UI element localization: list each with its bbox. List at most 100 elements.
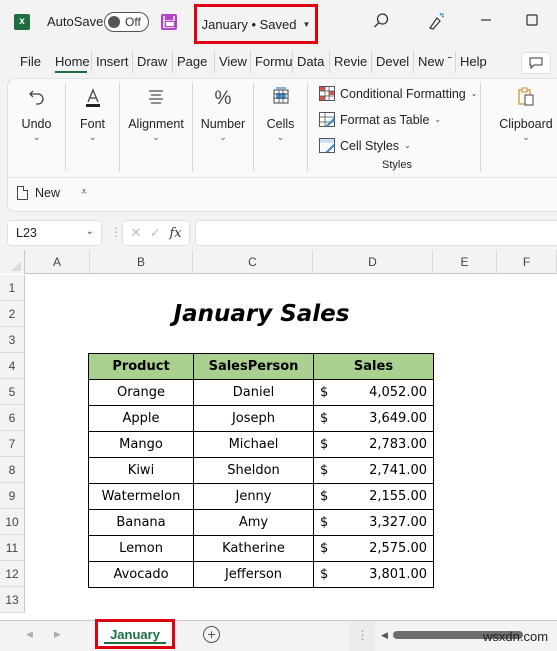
sheet-tab-january[interactable]: January <box>95 619 175 649</box>
row-header-8[interactable]: 8 <box>0 457 25 483</box>
comments-button[interactable] <box>521 52 551 74</box>
cell-salesperson[interactable]: Jefferson <box>193 561 314 588</box>
insert-function-icon[interactable]: fx <box>169 226 181 241</box>
cell-styles-button[interactable]: Cell Styles ⌄ <box>319 138 411 153</box>
tab-draw[interactable]: Draw <box>133 51 173 73</box>
name-box-value: L23 <box>16 226 37 240</box>
new-button[interactable]: New <box>17 186 60 200</box>
row-header-2[interactable]: 2 <box>0 301 25 327</box>
header-salesperson[interactable]: SalesPerson <box>193 353 314 380</box>
add-sheet-icon[interactable]: + <box>203 626 220 643</box>
cell-product[interactable]: Watermelon <box>88 483 194 510</box>
row-header-1[interactable]: 1 <box>0 275 25 301</box>
chevron-down-icon: ⌄ <box>434 115 442 124</box>
percent-icon: % <box>214 88 232 109</box>
document-title-button[interactable]: January • Saved ▼ <box>194 4 318 44</box>
conditional-formatting-button[interactable]: Conditional Formatting ⌄ <box>319 86 477 101</box>
chevron-down-icon[interactable]: ⌄ <box>86 226 94 237</box>
row-header-3[interactable]: 3 <box>0 327 25 353</box>
cancel-icon[interactable]: ✕ <box>130 225 141 241</box>
cell-salesperson[interactable]: Katherine <box>193 535 314 562</box>
row-header-4[interactable]: 4 <box>0 353 25 379</box>
alignment-button[interactable]: Alignment ⌄ <box>120 83 193 171</box>
tab-developer[interactable]: Devel <box>372 51 414 73</box>
row-header-6[interactable]: 6 <box>0 405 25 431</box>
scroll-tabs-right-icon[interactable]: ▶ <box>54 629 61 640</box>
row-header-10[interactable]: 10 <box>0 509 25 535</box>
cell-product[interactable]: Mango <box>88 431 194 458</box>
minimize-icon[interactable] <box>476 12 496 33</box>
maximize-icon[interactable] <box>522 12 542 33</box>
worksheet-grid[interactable]: A B C D E F 1 2 3 4 5 6 7 8 9 10 11 12 13 January Sa… <box>0 250 557 620</box>
tab-data[interactable]: Data <box>293 51 330 73</box>
cell-product[interactable]: Kiwi <box>88 457 194 484</box>
cell-product[interactable]: Lemon <box>88 535 194 562</box>
column-header-d[interactable]: D <box>313 250 433 274</box>
cell-sales[interactable]: $2,783.00 <box>313 431 434 458</box>
row-header-11[interactable]: 11 <box>0 535 25 561</box>
formula-bar-grip[interactable]: ⋮ <box>110 225 122 239</box>
cell-salesperson[interactable]: Amy <box>193 509 314 536</box>
tab-split-handle[interactable]: ⋮ <box>350 621 375 651</box>
header-sales[interactable]: Sales <box>313 353 434 380</box>
cell-sales[interactable]: $3,649.00 <box>313 405 434 432</box>
number-button[interactable]: % Number ⌄ <box>193 83 254 171</box>
tab-file[interactable]: File <box>0 51 51 73</box>
autosave-toggle[interactable]: Off <box>104 12 149 32</box>
cell-sales[interactable]: $3,327.00 <box>313 509 434 536</box>
cell-salesperson[interactable]: Joseph <box>193 405 314 432</box>
header-product[interactable]: Product <box>88 353 194 380</box>
cell-salesperson[interactable]: Sheldon <box>193 457 314 484</box>
scroll-left-icon[interactable]: ◀ <box>381 630 388 641</box>
tab-help[interactable]: Help <box>456 51 496 73</box>
designer-wand-icon[interactable] <box>426 12 446 37</box>
tab-new[interactable]: New ˉ <box>414 51 456 73</box>
tab-view[interactable]: View <box>215 51 251 73</box>
search-icon[interactable] <box>371 12 391 35</box>
cell-product[interactable]: Banana <box>88 509 194 536</box>
save-icon[interactable] <box>161 14 177 30</box>
cell-sales[interactable]: $3,801.00 <box>313 561 434 588</box>
cell-sales[interactable]: $2,741.00 <box>313 457 434 484</box>
cell-salesperson[interactable]: Daniel <box>193 379 314 406</box>
row-header-7[interactable]: 7 <box>0 431 25 457</box>
sheet-title[interactable]: January Sales <box>90 301 433 327</box>
cell-product[interactable]: Orange <box>88 379 194 406</box>
tab-insert[interactable]: Insert <box>92 51 133 73</box>
column-header-e[interactable]: E <box>433 250 497 274</box>
chevron-down-icon: ⌄ <box>152 132 160 142</box>
column-header-a[interactable]: A <box>25 250 90 274</box>
format-as-table-button[interactable]: Format as Table ⌄ <box>319 112 441 127</box>
clipboard-button[interactable]: Clipboard ⌄ <box>486 83 557 171</box>
cell-product[interactable]: Avocado <box>88 561 194 588</box>
enter-icon[interactable]: ✓ <box>150 225 161 241</box>
customize-caret-icon[interactable]: ⩡ <box>81 186 87 199</box>
scroll-tabs-left-icon[interactable]: ◀ <box>26 629 33 640</box>
tab-review[interactable]: Revie <box>330 51 372 73</box>
tab-formulas[interactable]: Formu <box>251 51 293 73</box>
column-header-f[interactable]: F <box>497 250 557 274</box>
quick-access-toolbar: New ⩡ <box>7 178 557 212</box>
formula-input[interactable] <box>195 220 557 246</box>
tab-page-layout[interactable]: Page <box>173 51 215 73</box>
sales-amount: 2,155.00 <box>369 489 427 504</box>
row-header-13[interactable]: 13 <box>0 587 25 613</box>
select-all-button[interactable] <box>0 250 25 274</box>
cell-product[interactable]: Apple <box>88 405 194 432</box>
undo-button[interactable]: Undo ⌄ <box>8 83 66 171</box>
cell-sales[interactable]: $4,052.00 <box>313 379 434 406</box>
row-header-5[interactable]: 5 <box>0 379 25 405</box>
cells-button[interactable]: Cells ⌄ <box>254 83 308 171</box>
column-headers: A B C D E F <box>0 250 557 274</box>
column-header-c[interactable]: C <box>193 250 313 274</box>
cell-salesperson[interactable]: Michael <box>193 431 314 458</box>
cell-salesperson[interactable]: Jenny <box>193 483 314 510</box>
name-box[interactable]: L23 ⌄ <box>7 220 102 246</box>
row-header-12[interactable]: 12 <box>0 561 25 587</box>
font-button[interactable]: Font ⌄ <box>66 83 120 171</box>
column-header-b[interactable]: B <box>90 250 193 274</box>
tab-home[interactable]: Home <box>51 51 92 73</box>
cell-sales[interactable]: $2,155.00 <box>313 483 434 510</box>
cell-sales[interactable]: $2,575.00 <box>313 535 434 562</box>
row-header-9[interactable]: 9 <box>0 483 25 509</box>
